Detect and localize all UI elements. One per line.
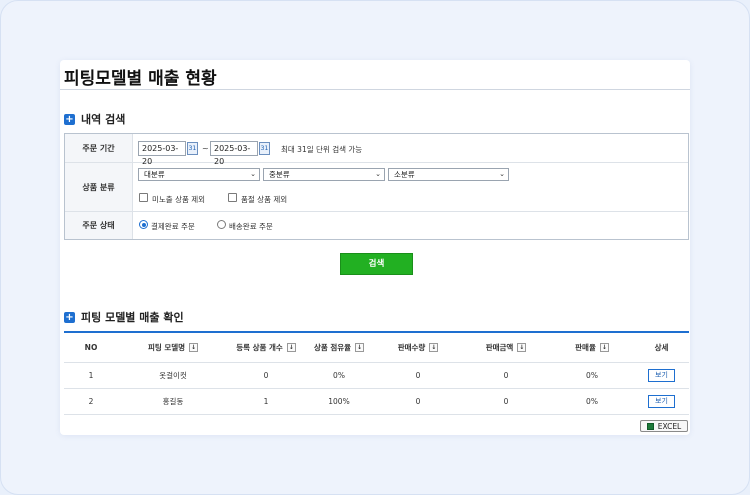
result-section-title: 피팅 모델별 매출 확인 [81, 311, 184, 324]
section-plus-icon: + [64, 113, 75, 125]
chevron-down-icon: ⌄ [375, 170, 381, 178]
result-section-header: + 피팅 모델별 매출 확인 [64, 309, 184, 325]
view-detail-button[interactable]: 보기 [648, 395, 675, 408]
status-paid-radio[interactable] [139, 220, 148, 229]
search-form: 주문 기간 2025-03-20 31 ~ 2025-03-20 31 최대 3… [64, 133, 689, 240]
cell-amount: 0 [503, 371, 509, 380]
column-header-share[interactable]: 상품 점유율 ↓ [304, 333, 374, 362]
category-medium-select[interactable]: 중분류 ⌄ [263, 168, 385, 181]
table-row: 2 홍길동 1 100% 0 0 0% 보기 [64, 389, 689, 415]
column-header-qty[interactable]: 판매수량 ↓ [374, 333, 462, 362]
excel-icon [646, 422, 654, 430]
sort-icon[interactable]: ↓ [189, 343, 199, 352]
cell-rate: 0% [586, 397, 598, 406]
cell-no: 1 [88, 371, 94, 380]
order-period-label: 주문 기간 [65, 134, 133, 162]
view-detail-button[interactable]: 보기 [648, 369, 675, 382]
column-header-rate[interactable]: 판매율 ↓ [550, 333, 634, 362]
exclude-soldout-checkbox[interactable] [228, 193, 237, 202]
column-header-amount[interactable]: 판매금액 ↓ [462, 333, 550, 362]
column-header-model[interactable]: 피팅 모델명 ↓ [118, 333, 228, 362]
calendar-icon[interactable]: 31 [259, 142, 270, 155]
exclude-hidden-checkbox[interactable] [139, 193, 148, 202]
status-shipped-radio[interactable] [217, 220, 226, 229]
title-divider [60, 89, 690, 90]
column-header-detail: 상세 [654, 343, 669, 352]
status-shipped-label: 배송완료 주문 [229, 222, 273, 231]
date-range-tilde: ~ [202, 144, 209, 153]
cell-amount: 0 [503, 397, 509, 406]
sort-icon[interactable]: ↓ [286, 343, 296, 352]
main-panel: 피팅모델별 매출 현황 + 내역 검색 주문 기간 2025-03-20 31 … [60, 60, 690, 435]
table-header-row: NO 피팅 모델명 ↓ 등록 상품 개수 ↓ 상품 점유율 ↓ 판매수량 ↓ 판매금액 ↓… [64, 333, 689, 363]
page-title: 피팅모델별 매출 현황 [64, 69, 217, 89]
calendar-icon[interactable]: 31 [187, 142, 198, 155]
category-small-select[interactable]: 소분류 ⌄ [388, 168, 509, 181]
sales-table: NO 피팅 모델명 ↓ 등록 상품 개수 ↓ 상품 점유율 ↓ 판매수량 ↓ 판매금액 ↓… [64, 331, 689, 415]
chevron-down-icon: ⌄ [499, 170, 505, 178]
column-header-no: NO [84, 343, 98, 352]
cell-count: 1 [263, 397, 269, 406]
period-hint: 최대 31일 단위 검색 가능 [281, 145, 363, 154]
table-row: 1 옷걸이컷 0 0% 0 0 0% 보기 [64, 363, 689, 389]
cell-rate: 0% [586, 371, 598, 380]
sort-icon[interactable]: ↓ [429, 343, 439, 352]
sort-icon[interactable]: ↓ [355, 343, 365, 352]
cell-detail: 보기 [634, 363, 689, 388]
cell-count: 0 [263, 371, 269, 380]
exclude-hidden-label: 미노출 상품 제외 [152, 195, 206, 204]
category-row: 상품 분류 대분류 ⌄ 중분류 ⌄ 소분류 ⌄ 미노출 상품 제외 품절 상품 … [65, 163, 688, 212]
cell-model: 옷걸이컷 [159, 371, 187, 380]
search-section-title: 내역 검색 [81, 113, 126, 126]
order-status-label: 주문 상태 [65, 212, 133, 239]
section-plus-icon: + [64, 311, 75, 323]
search-button[interactable]: 검색 [340, 253, 413, 275]
excel-download-button[interactable]: EXCEL [640, 420, 688, 432]
category-large-select[interactable]: 대분류 ⌄ [138, 168, 260, 181]
exclude-soldout-label: 품절 상품 제외 [241, 195, 288, 204]
category-small-value: 소분류 [394, 170, 415, 179]
order-period-row: 주문 기간 2025-03-20 31 ~ 2025-03-20 31 최대 3… [65, 134, 688, 166]
date-to-input[interactable]: 2025-03-20 [210, 141, 258, 166]
cell-detail: 보기 [634, 389, 689, 414]
column-header-count[interactable]: 등록 상품 개수 ↓ [228, 333, 304, 362]
cell-model: 홍길동 [162, 397, 184, 406]
search-section-header: + 내역 검색 [64, 111, 125, 127]
category-large-value: 대분류 [144, 170, 165, 179]
cell-qty: 0 [415, 397, 421, 406]
category-label: 상품 분류 [65, 163, 133, 211]
excel-button-label: EXCEL [657, 421, 682, 431]
order-status-row: 주문 상태 결제완료 주문 배송완료 주문 [65, 212, 688, 239]
cell-qty: 0 [415, 371, 421, 380]
status-paid-label: 결제완료 주문 [151, 222, 195, 231]
date-from-input[interactable]: 2025-03-20 [138, 141, 186, 166]
cell-share: 0% [333, 371, 345, 380]
category-medium-value: 중분류 [269, 170, 290, 179]
cell-share: 100% [328, 397, 350, 406]
sort-icon[interactable]: ↓ [517, 343, 527, 352]
cell-no: 2 [88, 397, 94, 406]
sort-icon[interactable]: ↓ [599, 343, 609, 352]
chevron-down-icon: ⌄ [250, 170, 256, 178]
